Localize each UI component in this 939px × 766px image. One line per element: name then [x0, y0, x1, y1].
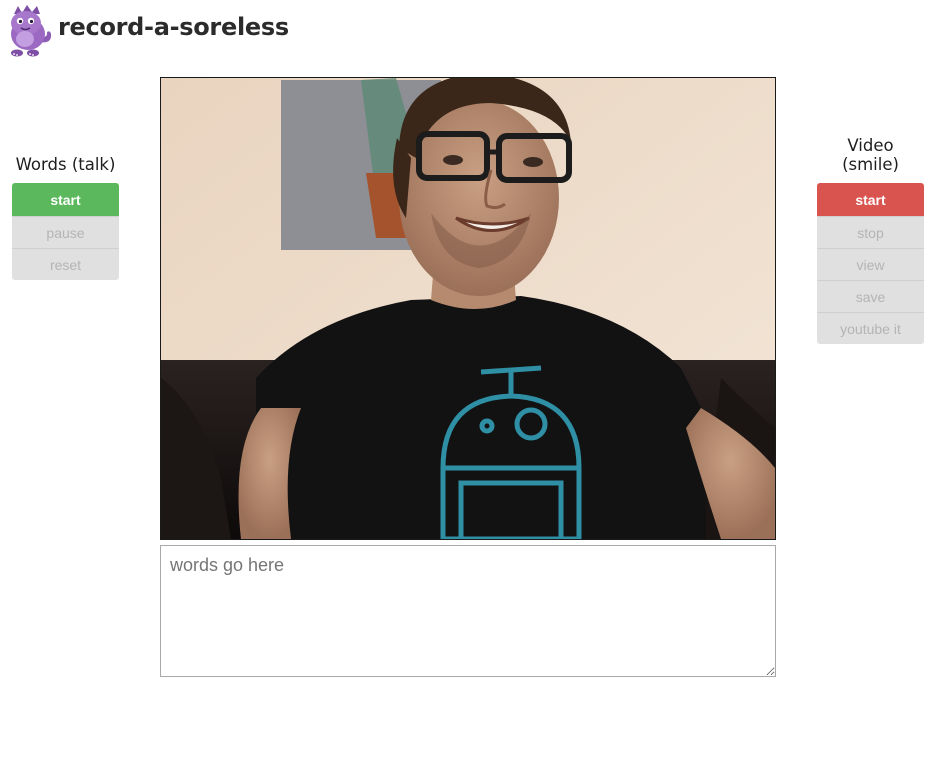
words-panel: Words (talk) start pause reset: [12, 155, 119, 280]
app-title: record-a-soreless: [58, 13, 289, 41]
words-reset-button[interactable]: reset: [12, 248, 119, 280]
webcam-feed-image: [161, 78, 775, 539]
purple-dinosaur-icon: [11, 5, 52, 57]
video-panel-title-line2: (smile): [842, 155, 899, 174]
video-panel-title-line1: Video: [847, 136, 894, 155]
app-root: record-a-soreless Words (talk) start pau…: [0, 0, 939, 766]
webcam-video[interactable]: [160, 77, 776, 540]
words-button-group: start pause reset: [12, 183, 119, 280]
video-button-group: start stop view save youtube it: [817, 183, 924, 344]
video-panel-title: Video (smile): [817, 136, 924, 174]
words-textarea[interactable]: [160, 545, 776, 677]
video-start-button[interactable]: start: [817, 183, 924, 216]
words-panel-title: Words (talk): [15, 155, 116, 174]
video-youtube-button[interactable]: youtube it: [817, 312, 924, 344]
video-view-button[interactable]: view: [817, 248, 924, 280]
words-pause-button[interactable]: pause: [12, 216, 119, 248]
header: record-a-soreless: [4, 4, 289, 58]
video-save-button[interactable]: save: [817, 280, 924, 312]
video-stop-button[interactable]: stop: [817, 216, 924, 248]
video-panel: Video (smile) start stop view save youtu…: [817, 136, 924, 344]
words-start-button[interactable]: start: [12, 183, 119, 216]
